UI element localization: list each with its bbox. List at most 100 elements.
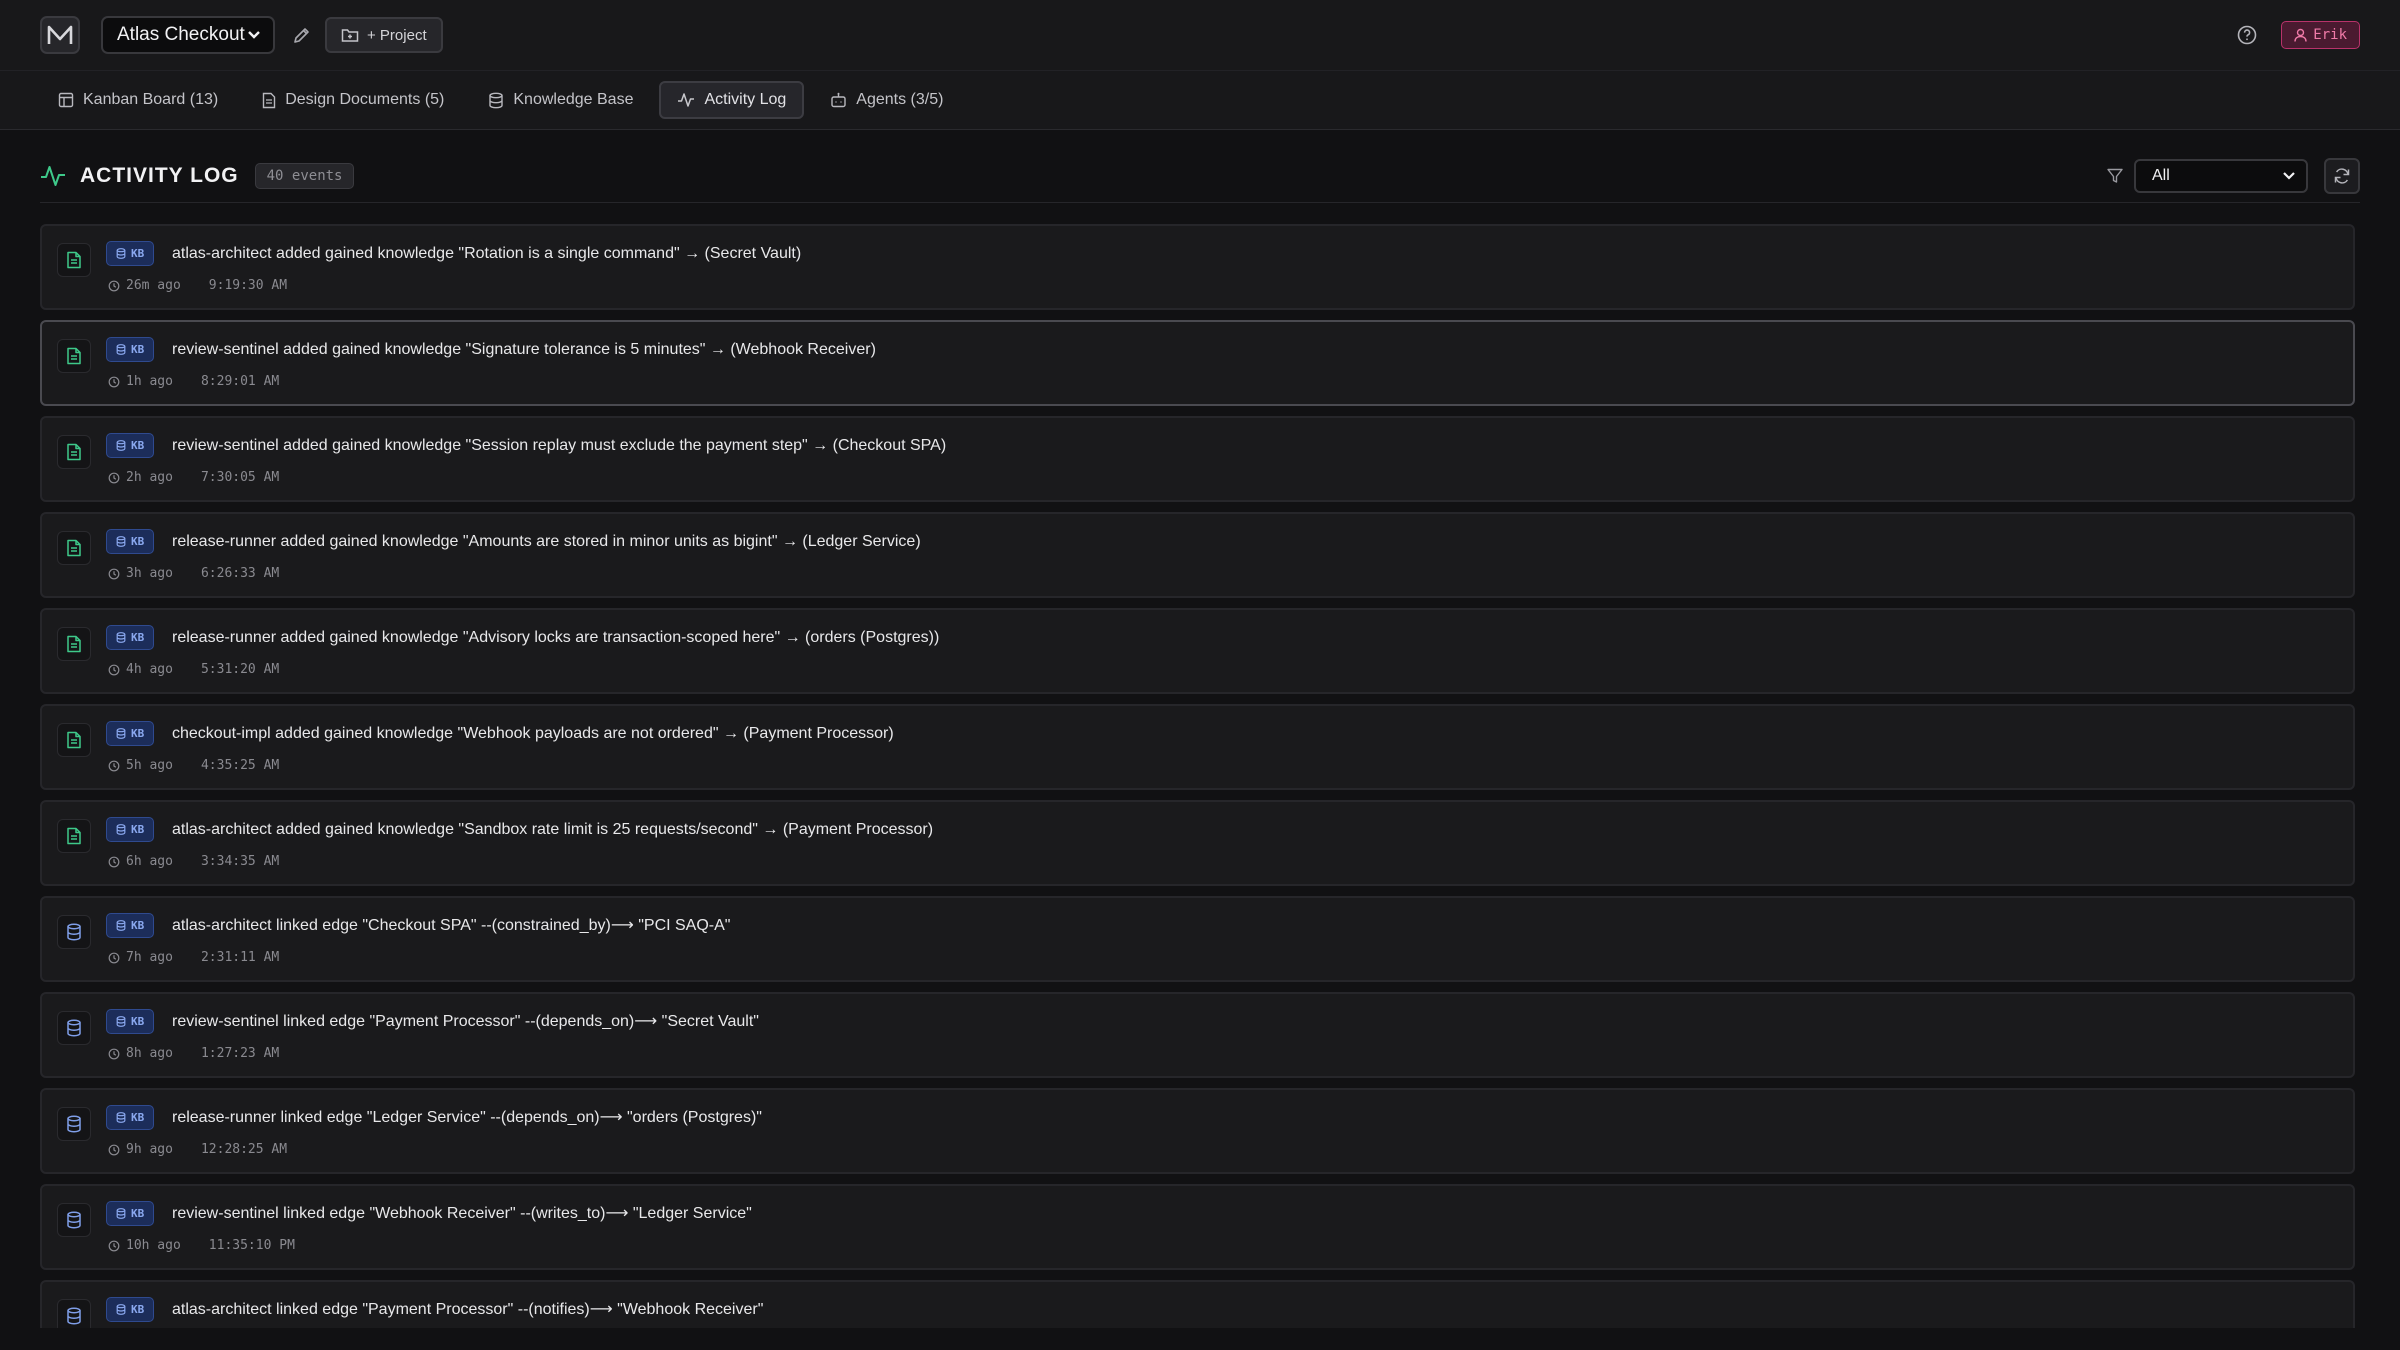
kb-badge: KB bbox=[106, 625, 155, 650]
event-absolute-time: 5:31:20 AM bbox=[200, 662, 280, 677]
event-row[interactable]: KB atlas-architect added gained knowledge… bbox=[40, 224, 2355, 310]
kb-badge-label: KB bbox=[131, 1015, 145, 1028]
tab-design-documents[interactable]: Design Documents (5) bbox=[244, 81, 462, 119]
event-relative-time: 8h ago bbox=[126, 1046, 173, 1061]
kb-badge: KB bbox=[106, 1105, 155, 1130]
event-row[interactable]: KB atlas-architect linked edge "Payment P… bbox=[40, 1280, 2355, 1328]
refresh-button[interactable] bbox=[2324, 158, 2360, 194]
event-description: review-sentinel linked edge "Payment Pro… bbox=[172, 1013, 759, 1030]
event-row[interactable]: KB review-sentinel added gained knowledge… bbox=[40, 320, 2355, 406]
event-description: atlas-architect linked edge "Checkout SP… bbox=[172, 917, 731, 934]
app-logo[interactable] bbox=[40, 16, 80, 54]
kb-badge: KB bbox=[106, 433, 155, 458]
clock-icon bbox=[108, 280, 120, 291]
event-absolute-time: 7:30:05 AM bbox=[200, 470, 280, 485]
event-type-icon bbox=[57, 915, 91, 949]
clock-icon bbox=[108, 664, 120, 675]
database-icon bbox=[116, 1016, 126, 1027]
kb-badge-label: KB bbox=[131, 1111, 145, 1124]
clock-icon bbox=[108, 856, 120, 867]
file-text-icon bbox=[67, 731, 81, 749]
events-list[interactable]: KB atlas-architect added gained knowledge… bbox=[40, 224, 2355, 1328]
kb-badge: KB bbox=[106, 337, 155, 362]
user-name: Erik bbox=[2313, 27, 2347, 43]
add-project-button[interactable]: + Project bbox=[325, 17, 443, 53]
help-button[interactable] bbox=[2233, 21, 2261, 49]
page-title: ACTIVITY LOG bbox=[80, 164, 239, 187]
event-row[interactable]: KB review-sentinel linked edge "Webhook R… bbox=[40, 1184, 2355, 1270]
event-relative-time: 6h ago bbox=[126, 854, 173, 869]
event-description: review-sentinel added gained knowledge "… bbox=[172, 341, 876, 358]
activity-log-header: ACTIVITY LOG 40 events All bbox=[40, 148, 2360, 204]
tab-knowledge-base[interactable]: Knowledge Base bbox=[470, 81, 651, 119]
event-timestamp: 26m ago 9:19:30 AM bbox=[108, 278, 287, 293]
database-icon bbox=[116, 920, 126, 931]
tab-kanban-board[interactable]: Kanban Board (13) bbox=[40, 81, 236, 119]
event-absolute-time: 1:27:23 AM bbox=[200, 1046, 280, 1061]
edit-project-button[interactable] bbox=[289, 22, 315, 48]
refresh-icon bbox=[2334, 168, 2350, 184]
tab-agents[interactable]: Agents (3/5) bbox=[812, 81, 961, 119]
event-absolute-time: 4:35:25 AM bbox=[200, 758, 280, 773]
event-filter-select[interactable]: All bbox=[2134, 159, 2308, 193]
file-text-icon bbox=[67, 539, 81, 557]
event-type-icon bbox=[57, 243, 91, 277]
event-absolute-time: 2:31:11 AM bbox=[200, 950, 280, 965]
event-row[interactable]: KB review-sentinel linked edge "Payment P… bbox=[40, 992, 2355, 1078]
event-relative-time: 7h ago bbox=[126, 950, 173, 965]
event-row[interactable]: KB atlas-architect linked edge "Checkout … bbox=[40, 896, 2355, 982]
event-timestamp: 4h ago 5:31:20 AM bbox=[108, 662, 279, 677]
kb-badge: KB bbox=[106, 1297, 155, 1322]
event-type-icon bbox=[57, 531, 91, 565]
event-type-icon bbox=[57, 819, 91, 853]
event-row[interactable]: KB release-runner linked edge "Ledger Ser… bbox=[40, 1088, 2355, 1174]
event-row[interactable]: KB release-runner added gained knowledge … bbox=[40, 608, 2355, 694]
event-description: review-sentinel linked edge "Webhook Rec… bbox=[172, 1205, 752, 1222]
activity-icon bbox=[678, 93, 695, 107]
database-icon bbox=[116, 248, 126, 259]
database-icon bbox=[67, 923, 81, 941]
user-badge[interactable]: Erik bbox=[2281, 21, 2360, 49]
project-select[interactable]: Atlas Checkout bbox=[101, 16, 275, 54]
pencil-icon bbox=[294, 28, 309, 43]
tab-activity-log[interactable]: Activity Log bbox=[659, 81, 805, 119]
file-text-icon bbox=[67, 443, 81, 461]
kb-badge: KB bbox=[106, 241, 155, 266]
file-text-icon bbox=[67, 635, 81, 653]
event-timestamp: 7h ago 2:31:11 AM bbox=[108, 950, 279, 965]
event-row[interactable]: KB checkout-impl added gained knowledge "… bbox=[40, 704, 2355, 790]
header-divider bbox=[40, 202, 2360, 203]
event-timestamp: 1h ago 8:29:01 AM bbox=[108, 374, 279, 389]
tab-label: Kanban Board (13) bbox=[83, 91, 219, 108]
tab-label: Agents (3/5) bbox=[856, 91, 944, 108]
event-timestamp: 5h ago 4:35:25 AM bbox=[108, 758, 279, 773]
filter-icon bbox=[2107, 168, 2123, 183]
kb-badge-label: KB bbox=[131, 1303, 145, 1316]
event-row[interactable]: KB review-sentinel added gained knowledge… bbox=[40, 416, 2355, 502]
event-relative-time: 1h ago bbox=[126, 374, 173, 389]
event-absolute-time: 6:26:33 AM bbox=[200, 566, 280, 581]
event-description: release-runner added gained knowledge "A… bbox=[172, 533, 921, 550]
database-icon bbox=[67, 1211, 81, 1229]
event-timestamp: 2h ago 7:30:05 AM bbox=[108, 470, 279, 485]
kanban-icon bbox=[58, 92, 74, 108]
tab-label: Knowledge Base bbox=[513, 91, 634, 108]
database-icon bbox=[116, 728, 126, 739]
m-logo-icon bbox=[47, 25, 73, 44]
kb-badge: KB bbox=[106, 913, 155, 938]
kb-badge-label: KB bbox=[131, 439, 145, 452]
kb-badge: KB bbox=[106, 1009, 155, 1034]
event-relative-time: 2h ago bbox=[126, 470, 173, 485]
event-type-icon bbox=[57, 435, 91, 469]
filter-select-value: All bbox=[2152, 167, 2170, 184]
help-circle-icon bbox=[2237, 25, 2257, 45]
database-icon bbox=[116, 1208, 126, 1219]
tab-label: Activity Log bbox=[704, 91, 787, 108]
event-row[interactable]: KB release-runner added gained knowledge … bbox=[40, 512, 2355, 598]
event-relative-time: 3h ago bbox=[126, 566, 173, 581]
database-icon bbox=[67, 1307, 81, 1325]
kb-badge: KB bbox=[106, 817, 155, 842]
kb-badge: KB bbox=[106, 721, 155, 746]
event-row[interactable]: KB atlas-architect added gained knowledge… bbox=[40, 800, 2355, 886]
event-description: review-sentinel added gained knowledge "… bbox=[172, 437, 947, 454]
